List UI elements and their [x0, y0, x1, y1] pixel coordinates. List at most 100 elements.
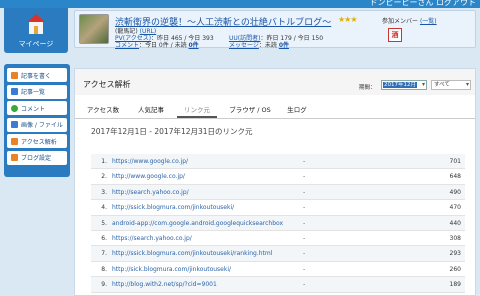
- chevron-down-icon: ▾: [465, 81, 469, 88]
- filter-select[interactable]: すべて ▾: [431, 80, 471, 90]
- message-unread-link[interactable]: 0件: [279, 42, 289, 49]
- row-dash: -: [303, 219, 306, 227]
- profile-box: 渋斬衛界の逆襲！～人工渋斬との壮絶バトルブログ～ ★★★ (龍馬記) (URL)…: [74, 10, 476, 49]
- row-dash: -: [303, 234, 306, 242]
- sidebar-item-label: アクセス解析: [21, 138, 57, 146]
- row-count: 490: [449, 188, 461, 196]
- row-rank: 6.: [101, 234, 107, 242]
- row-dash: -: [303, 204, 306, 212]
- sidebar-item-comments[interactable]: コメント: [7, 101, 67, 115]
- row-dash: -: [303, 265, 306, 273]
- member-avatar[interactable]: 酒: [388, 28, 402, 42]
- user-links[interactable]: ドンピーピーさん ログアウト: [369, 0, 476, 8]
- row-rank: 2.: [101, 173, 107, 181]
- tab-browser-os[interactable]: ブラウザ / OS: [223, 103, 277, 118]
- image-icon: [11, 121, 18, 128]
- house-icon: [27, 14, 45, 34]
- tab-popular-articles[interactable]: 人気記事: [131, 103, 171, 118]
- comment-link[interactable]: コメント: [115, 42, 139, 49]
- mypage-button[interactable]: マイページ: [4, 8, 68, 53]
- rating-stars: ★★★: [338, 15, 357, 24]
- referrer-link[interactable]: http://www.google.co.jp/: [112, 173, 185, 180]
- tab-access-count[interactable]: アクセス数: [81, 103, 125, 118]
- row-dash: -: [303, 281, 306, 289]
- row-count: 308: [449, 234, 461, 242]
- mypage-label: マイページ: [18, 40, 54, 48]
- table-row: 8. http://sick.blogmura.com/jinkoutouseki…: [91, 262, 465, 278]
- row-count: 440: [449, 219, 461, 227]
- top-bar: ドンピーピーさん ログアウト: [0, 0, 480, 8]
- row-dash: -: [303, 188, 306, 196]
- analytics-panel: アクセス解析 期間： 2017年12月 ▾ すべて ▾ アクセス数 人気記事 リ…: [74, 68, 476, 296]
- tab-raw-log[interactable]: 生ログ: [281, 103, 313, 118]
- row-rank: 7.: [101, 250, 107, 258]
- referrer-link[interactable]: http://ssick.blogmura.com/jinkoutouseki/…: [112, 250, 272, 257]
- referrer-link[interactable]: http://search.yahoo.co.jp/: [112, 189, 189, 196]
- members-list-link[interactable]: (一覧): [420, 18, 437, 25]
- comment-values: ：今日 0件 / 未読: [139, 42, 189, 49]
- row-dash: -: [303, 173, 306, 181]
- sidebar-item-articles[interactable]: 記事一覧: [7, 84, 67, 99]
- speech-bubble-icon: [11, 104, 18, 112]
- page-title: アクセス解析: [83, 80, 131, 89]
- comment-unread-link[interactable]: 0件: [188, 42, 198, 49]
- referrer-link[interactable]: http://blog.with2.net/sp/?cid=9001: [112, 281, 217, 288]
- row-count: 701: [449, 158, 461, 165]
- gear-icon: [11, 154, 18, 161]
- sidebar-item-label: 画像 / ファイル: [21, 122, 63, 129]
- sidebar-item-label: 記事を書く: [21, 72, 52, 80]
- tab-referrers[interactable]: リンク元: [177, 103, 217, 118]
- referrer-link[interactable]: http://sick.blogmura.com/jinkoutouseki/: [112, 266, 231, 273]
- avatar[interactable]: [79, 14, 109, 44]
- members-header: 参加メンバー (一覧): [382, 16, 437, 25]
- period-value: 2017年12月: [383, 82, 417, 88]
- members-label: 参加メンバー: [382, 18, 419, 25]
- table-row: 9. http://blog.with2.net/sp/?cid=9001 - 189: [91, 277, 465, 293]
- table-row: 3. http://search.yahoo.co.jp/ - 490: [91, 184, 465, 201]
- table-row: 7. http://ssick.blogmura.com/jinkoutousek…: [91, 246, 465, 262]
- sidebar-item-images[interactable]: 画像 / ファイル: [7, 117, 67, 132]
- message-link[interactable]: メッセージ: [229, 42, 259, 49]
- filter-value: すべて: [434, 82, 450, 88]
- sidebar-item-write[interactable]: 記事を書く: [7, 68, 67, 82]
- table-row: 4. http://ssick.blogmura.com/jinkoutousek…: [91, 200, 465, 216]
- row-count: 189: [449, 281, 461, 289]
- referrer-link[interactable]: android-app://com.google.android.googleq…: [112, 220, 283, 227]
- sidebar-item-label: 記事一覧: [21, 89, 46, 96]
- sidebar-item-label: ブログ設定: [21, 155, 52, 162]
- pencil-icon: [11, 71, 18, 79]
- list-icon: [11, 88, 18, 95]
- referrer-link[interactable]: https://www.google.co.jp/: [112, 158, 188, 165]
- row-rank: 5.: [101, 219, 107, 227]
- table-row: 6. https://search.yahoo.co.jp/ - 308: [91, 231, 465, 247]
- table-row: 1. https://www.google.co.jp/ - 701: [91, 154, 465, 170]
- referrer-link[interactable]: https://search.yahoo.co.jp/: [112, 235, 192, 242]
- chart-icon: [11, 137, 18, 145]
- row-dash: -: [303, 250, 306, 258]
- row-dash: -: [303, 158, 306, 165]
- message-stats: メッセージ：未読 0件: [229, 40, 289, 49]
- row-count: 260: [449, 265, 461, 273]
- message-values: ：未読: [258, 42, 279, 49]
- sidebar-nav: 記事を書く 記事一覧 コメント 画像 / ファイル アクセス解析 ブログ設定: [4, 64, 70, 177]
- panel-header: アクセス解析 期間： 2017年12月 ▾ すべて ▾: [75, 69, 475, 95]
- table-row: 5. android-app://com.google.android.googl…: [91, 215, 465, 231]
- row-rank: 4.: [101, 204, 107, 212]
- row-count: 648: [449, 173, 461, 181]
- row-rank: 8.: [101, 265, 107, 273]
- period-select[interactable]: 2017年12月 ▾: [381, 80, 427, 90]
- row-rank: 9.: [101, 281, 107, 289]
- chevron-down-icon: ▾: [421, 81, 425, 88]
- sidebar-item-settings[interactable]: ブログ設定: [7, 150, 67, 165]
- sidebar-item-label: コメント: [21, 105, 46, 113]
- date-range-heading: 2017年12月1日 - 2017年12月31日のリンク元: [91, 127, 253, 136]
- row-rank: 1.: [101, 158, 107, 165]
- tab-bar: アクセス数 人気記事 リンク元 ブラウザ / OS 生ログ: [75, 103, 475, 119]
- sidebar-item-analytics[interactable]: アクセス解析: [7, 134, 67, 148]
- referrer-link[interactable]: http://ssick.blogmura.com/jinkoutouseki/: [112, 204, 234, 211]
- referrer-table: 1. https://www.google.co.jp/ - 701 2. http:/…: [91, 154, 465, 293]
- period-label: 期間：: [359, 85, 376, 91]
- table-row: 2. http://www.google.co.jp/ - 648: [91, 169, 465, 185]
- row-rank: 3.: [101, 188, 107, 196]
- row-count: 293: [449, 250, 461, 258]
